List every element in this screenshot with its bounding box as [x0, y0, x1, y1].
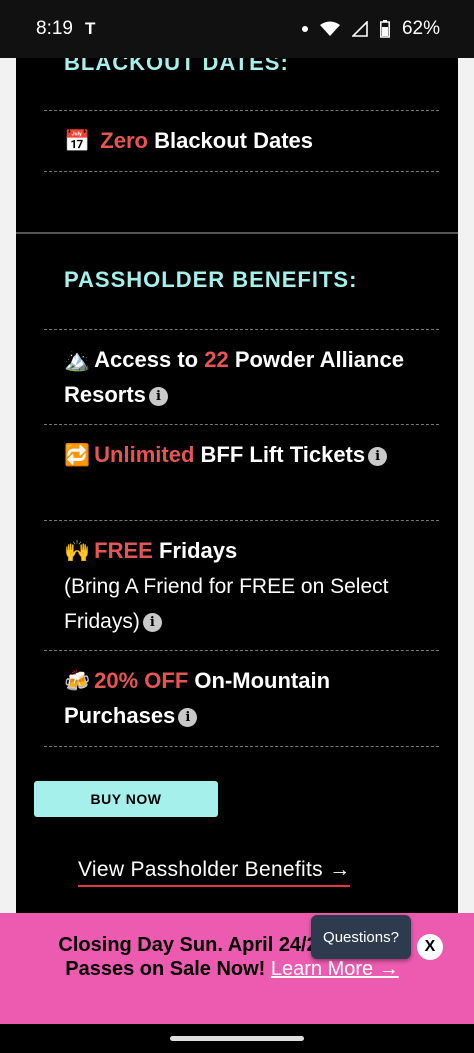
view-passholder-benefits-link[interactable]: View Passholder Benefits → — [78, 858, 351, 887]
status-right: 62% — [301, 18, 440, 40]
status-bar: 8:19 T 62% — [0, 0, 474, 58]
battery-icon — [380, 20, 390, 38]
pass-details-card: BLACKOUT DATES: 📅 Zero Blackout Dates PA… — [16, 58, 458, 913]
divider — [44, 329, 439, 330]
benefit-text: BFF Lift Tickets — [194, 442, 366, 467]
benefit-highlight: Unlimited — [94, 442, 195, 467]
page-margin-right — [458, 58, 474, 1053]
learn-more-link[interactable]: Learn More → — [271, 958, 399, 980]
info-icon[interactable]: i — [368, 447, 388, 466]
buy-now-button[interactable]: BUY NOW — [34, 781, 218, 817]
page-margin-left — [0, 58, 16, 1053]
cell-signal-icon — [351, 21, 368, 37]
benefit-prefix: Access to — [94, 347, 205, 372]
benefit-bff-tickets: 🔁 Unlimited BFF Lift Tickets i — [64, 438, 434, 473]
notification-dot-icon — [301, 26, 308, 32]
benefit-free-fridays: 🙌 FREE Fridays (Bring A Friend for FREE o… — [64, 534, 434, 639]
benefits-heading: PASSHOLDER BENEFITS: — [64, 267, 358, 292]
blackout-item: 📅 Zero Blackout Dates — [64, 124, 434, 159]
benefit-highlight: 20% OFF — [94, 668, 189, 693]
benefit-highlight: 22 — [204, 347, 229, 372]
info-icon[interactable]: i — [178, 708, 198, 727]
benefit-text: Fridays — [152, 538, 238, 563]
questions-chat-button[interactable]: Questions? — [311, 915, 411, 959]
section-separator — [16, 232, 458, 234]
blackout-text: Blackout Dates — [147, 128, 314, 153]
navigation-bar — [0, 1024, 474, 1053]
close-banner-button[interactable]: X — [417, 934, 443, 960]
benefit-on-mountain-discount: 🍻 20% OFF On-Mountain Purchases i — [64, 664, 434, 733]
repeat-icon: 🔁 — [64, 444, 91, 467]
divider — [44, 171, 439, 172]
benefit-subtext: (Bring A Friend for FREE on Select Frida… — [64, 575, 389, 633]
status-left: 8:19 T — [36, 18, 95, 40]
divider — [44, 746, 439, 747]
info-icon[interactable]: i — [148, 387, 168, 406]
benefit-highlight: FREE — [94, 538, 153, 563]
blackout-highlight: Zero — [100, 128, 148, 153]
blackout-heading: BLACKOUT DATES: — [64, 58, 289, 75]
clock: 8:19 — [36, 18, 73, 39]
benefit-powder-alliance: 🏔️ Access to 22 Powder Alliance Resorts i — [64, 343, 434, 412]
divider — [44, 424, 439, 425]
info-icon[interactable]: i — [142, 613, 162, 632]
divider — [44, 650, 439, 651]
battery-percent: 62% — [401, 18, 440, 39]
mountain-icon: 🏔️ — [64, 349, 91, 372]
divider — [44, 110, 439, 111]
beers-icon: 🍻 — [64, 670, 91, 693]
calendar-icon: 📅 — [64, 130, 91, 153]
wifi-icon — [319, 21, 340, 36]
raised-hands-icon: 🙌 — [64, 540, 91, 563]
divider — [44, 520, 439, 521]
tesla-icon: T — [84, 19, 96, 38]
home-gesture-handle[interactable] — [170, 1036, 304, 1041]
